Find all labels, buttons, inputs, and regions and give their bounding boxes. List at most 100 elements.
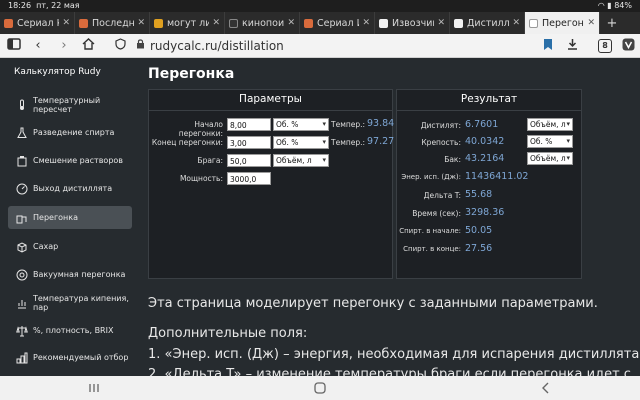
close-icon[interactable]: ✕ [362, 18, 370, 28]
thermometer-icon [20, 99, 24, 110]
result-label-alcohol-start: Спирт. в начале: [399, 227, 461, 235]
distillate-unit-select[interactable]: Объём, л ▾ [527, 118, 573, 131]
lock-icon [132, 38, 148, 54]
sidebar-item-mixing[interactable]: Смешение растворов [8, 149, 132, 172]
close-icon[interactable]: ✕ [587, 18, 595, 28]
result-panel: Результат Дистилят: 6.7601 Объём, л ▾ Кре… [396, 89, 582, 279]
back-button-icon[interactable] [536, 380, 556, 396]
browser-tab[interactable]: Сериал Ку✕ [0, 12, 75, 34]
extra-field-item: 2. «Дельта T» – изменение температуры бр… [148, 367, 631, 376]
close-icon[interactable]: ✕ [512, 18, 520, 28]
result-value-time: 3298.36 [465, 207, 505, 218]
download-icon[interactable] [564, 38, 580, 54]
favicon-icon [304, 18, 313, 28]
start-label: Начало перегонки: [178, 120, 223, 138]
gauge-icon [16, 183, 28, 194]
sidebar-item-density[interactable]: %, плотность, BRIX [8, 319, 132, 342]
sidebar-item-boiling[interactable]: Температура кипения, пар [8, 291, 132, 314]
result-title: Результат [460, 93, 518, 105]
tab-count-badge[interactable]: 8 [598, 39, 612, 53]
url-field[interactable]: rudycalc.ru/distillation [150, 38, 284, 54]
power-label: Мощность: [179, 174, 223, 183]
result-value-distillate: 6.7601 [465, 119, 499, 130]
result-label-distillate: Дистилят: [420, 121, 461, 130]
favicon-icon [229, 18, 238, 28]
start-temp-label: Темпер.: [331, 120, 366, 129]
browser-tab[interactable]: могут ли н✕ [150, 12, 225, 34]
strength-unit-select[interactable]: Об. % ▾ [527, 135, 573, 148]
result-label-time: Время (сек): [412, 209, 461, 218]
browser-tab[interactable]: Извозчик (✕ [375, 12, 450, 34]
tank-unit-select[interactable]: Объём, л ▾ [527, 152, 573, 165]
sidebar-item-distillation[interactable]: Перегонка [8, 206, 132, 229]
recents-icon[interactable] [84, 380, 104, 396]
close-icon[interactable]: ✕ [212, 18, 220, 28]
chevron-down-icon: ▾ [566, 154, 570, 162]
browser-tab[interactable]: кинопоиск✕ [225, 12, 300, 34]
favicon-icon [4, 18, 13, 28]
result-label-alcohol-end: Спирт. в конце: [403, 245, 461, 253]
result-value-energy: 11436411.02 [465, 171, 529, 182]
back-icon[interactable]: ‹ [30, 38, 46, 54]
sidebar-item-dilution[interactable]: Разведение спирта [8, 121, 132, 144]
result-value-delta-t: 55.68 [465, 189, 493, 200]
result-value-tank: 43.2164 [465, 153, 505, 164]
brew-volume-input[interactable]: 50,0 [227, 154, 271, 167]
close-icon[interactable]: ✕ [62, 18, 70, 28]
bookmark-icon[interactable] [540, 38, 556, 54]
chevron-down-icon: ▾ [322, 120, 326, 128]
sidebar-item-temperature[interactable]: Температурный пересчет [8, 93, 132, 116]
result-value-alcohol-end: 27.56 [465, 243, 493, 254]
page-title: Перегонка [148, 66, 235, 82]
favicon-icon [529, 18, 538, 28]
selection-icon [16, 352, 28, 363]
start-unit-select[interactable]: Об. % ▾ [273, 118, 329, 131]
chevron-down-icon: ▾ [566, 137, 570, 145]
scales-icon [16, 325, 28, 336]
chevron-down-icon: ▾ [322, 156, 326, 164]
forward-icon[interactable]: › [56, 38, 72, 54]
chevron-down-icon: ▾ [322, 138, 326, 146]
sidebar-item-sugar[interactable]: Сахар [8, 235, 132, 258]
result-label-tank: Бак: [444, 155, 461, 164]
site-brand[interactable]: Калькулятор Rudy [14, 67, 101, 77]
close-icon[interactable]: ✕ [437, 18, 445, 28]
status-date: пт, 22 мая [36, 1, 80, 10]
web-page: Калькулятор Rudy Температурный пересчет … [0, 58, 640, 376]
brew-unit-select[interactable]: Объём, л ▾ [273, 154, 329, 167]
start-temp-value: 93.84 [367, 118, 395, 129]
sidebar-item-recommended[interactable]: Рекомендуемый отбор [8, 346, 132, 369]
result-label-delta-t: Дельта T: [423, 191, 461, 200]
sidebar: Калькулятор Rudy Температурный пересчет … [0, 58, 138, 376]
result-label-strength: Крепость: [421, 138, 461, 147]
close-icon[interactable]: ✕ [137, 18, 145, 28]
favicon-icon [379, 18, 388, 28]
sidebar-toggle-icon[interactable] [6, 38, 22, 54]
end-unit-select[interactable]: Об. % ▾ [273, 136, 329, 149]
browser-tab-active[interactable]: Перегонк✕ [525, 12, 600, 34]
start-strength-input[interactable]: 8,00 [227, 118, 271, 131]
browser-tab[interactable]: Сериал Изв✕ [300, 12, 375, 34]
browser-tab[interactable]: Дистилляц✕ [450, 12, 525, 34]
result-value-strength: 40.0342 [465, 136, 505, 147]
extra-fields-heading: Дополнительные поля: [148, 326, 308, 341]
end-strength-input[interactable]: 3,00 [227, 136, 271, 149]
power-input[interactable]: 3000,0 [227, 172, 271, 185]
mixing-icon [17, 155, 27, 166]
new-tab-button[interactable]: + [600, 12, 624, 34]
vivaldi-menu-icon[interactable] [620, 38, 636, 54]
main-content: Перегонка Параметры Начало перегонки: 8,… [138, 58, 640, 376]
home-icon[interactable] [80, 38, 96, 54]
steam-icon [18, 299, 26, 308]
home-button-icon[interactable] [310, 380, 330, 396]
tab-strip: Сериал Ку✕ Последние✕ могут ли н✕ кинопо… [0, 12, 640, 34]
favicon-icon [454, 18, 463, 28]
browser-tab[interactable]: Последние✕ [75, 12, 150, 34]
shield-icon[interactable] [112, 38, 128, 54]
system-nav-bar [0, 376, 640, 400]
favicon-icon [154, 18, 163, 28]
sidebar-item-vacuum[interactable]: Вакуумная перегонка [8, 263, 132, 286]
sidebar-item-yield[interactable]: Выход дистиллята [8, 177, 132, 200]
close-icon[interactable]: ✕ [287, 18, 295, 28]
end-temp-value: 97.27 [367, 136, 395, 147]
